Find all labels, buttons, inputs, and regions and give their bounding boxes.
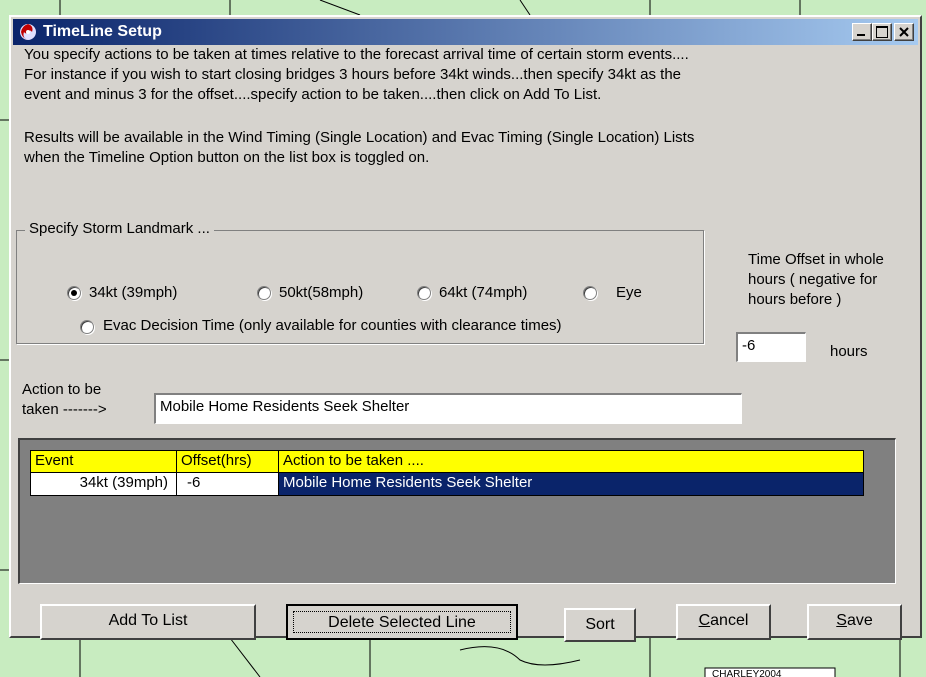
minimize-icon xyxy=(857,34,865,36)
radio-34kt[interactable] xyxy=(67,286,81,300)
hurricane-icon xyxy=(20,24,36,40)
intro-line-2: For instance if you wish to start closin… xyxy=(24,66,682,83)
delete-selected-line-button[interactable]: Delete Selected Line xyxy=(286,604,518,640)
grid-cell-event[interactable]: 34kt (39mph) xyxy=(30,473,177,496)
grid-cell-action[interactable]: Mobile Home Residents Seek Shelter xyxy=(279,473,864,496)
cancel-button[interactable]: Cancel xyxy=(676,604,771,640)
radio-50kt[interactable] xyxy=(257,286,271,300)
window-title: TimeLine Setup xyxy=(43,23,162,40)
radio-34kt-label[interactable]: 34kt (39mph) xyxy=(89,283,177,303)
radio-50kt-label[interactable]: 50kt(58mph) xyxy=(279,283,363,303)
intro-line-1: You specify actions to be taken at times… xyxy=(24,46,689,63)
save-label: ave xyxy=(846,612,873,629)
intro-line-3: event and minus 3 for the offset....spec… xyxy=(24,86,602,103)
offset-label-line-1: Time Offset in whole xyxy=(748,251,884,268)
radio-64kt[interactable] xyxy=(417,286,431,300)
timeline-grid[interactable]: Event Offset(hrs) Action to be taken ...… xyxy=(18,438,896,584)
grid-header-event[interactable]: Event xyxy=(30,450,177,473)
radio-eye-label[interactable]: Eye xyxy=(616,283,642,303)
cancel-label: ancel xyxy=(710,612,749,629)
map-label: CHARLEY2004 xyxy=(712,669,782,677)
save-accelerator: S xyxy=(836,612,847,629)
radio-eye[interactable] xyxy=(583,286,597,300)
add-to-list-button[interactable]: Add To List xyxy=(40,604,256,640)
maximize-button[interactable] xyxy=(872,23,892,41)
maximize-icon xyxy=(876,26,888,38)
minimize-button[interactable] xyxy=(852,23,872,41)
title-bar[interactable]: TimeLine Setup xyxy=(13,19,918,45)
delete-button-focus: Delete Selected Line xyxy=(293,611,511,633)
cancel-accelerator: C xyxy=(698,612,711,629)
offset-input[interactable]: -6 xyxy=(736,332,806,362)
offset-label-line-2: hours ( negative for xyxy=(748,271,878,288)
sort-button[interactable]: Sort xyxy=(564,608,636,642)
radio-selected-dot xyxy=(71,290,77,296)
radio-64kt-label[interactable]: 64kt (74mph) xyxy=(439,283,527,303)
action-input[interactable]: Mobile Home Residents Seek Shelter xyxy=(154,393,742,424)
storm-landmark-label: Specify Storm Landmark ... xyxy=(25,220,214,237)
radio-evac-decision-label[interactable]: Evac Decision Time (only available for c… xyxy=(103,316,562,336)
radio-evac-decision[interactable] xyxy=(80,320,94,334)
close-icon xyxy=(899,27,909,37)
action-label-line-2: taken -------> xyxy=(22,401,107,418)
offset-label-line-3: hours before ) xyxy=(748,291,842,308)
grid-cell-offset[interactable]: -6 xyxy=(177,473,279,496)
grid-header-offset[interactable]: Offset(hrs) xyxy=(177,450,279,473)
close-button[interactable] xyxy=(894,23,914,41)
action-label-line-1: Action to be xyxy=(22,381,102,398)
save-button[interactable]: Save xyxy=(807,604,902,640)
grid-header-action[interactable]: Action to be taken .... xyxy=(279,450,864,473)
intro-line-5: when the Timeline Option button on the l… xyxy=(24,149,430,166)
offset-unit: hours xyxy=(830,343,868,360)
intro-line-4: Results will be available in the Wind Ti… xyxy=(24,129,695,146)
